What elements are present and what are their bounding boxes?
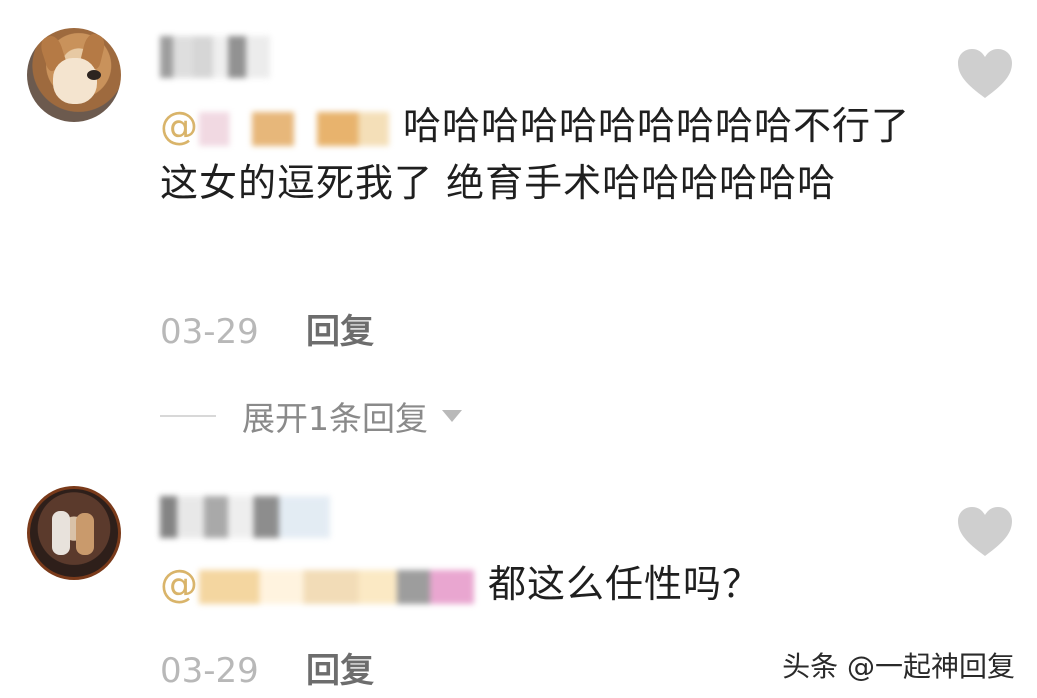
mention-prefix[interactable]: @	[160, 562, 199, 606]
avatar-person	[76, 513, 94, 555]
watermark: 头条 @一起神回复	[782, 650, 1015, 683]
comment-meta: 03-29 回复	[160, 304, 374, 353]
comment-body: 都这么任性吗？	[488, 562, 762, 606]
heart-icon[interactable]	[956, 506, 1014, 558]
avatar-face	[53, 58, 97, 104]
mention-name-blurred[interactable]	[199, 111, 389, 146]
comment-text: @ 哈哈哈哈哈哈哈哈哈哈不行了这女的逗死我了 绝育手术哈哈哈哈哈哈	[160, 98, 920, 212]
mention-name-blurred[interactable]	[199, 569, 474, 604]
avatar-person	[52, 511, 70, 555]
comment-date: 03-29	[160, 312, 259, 352]
heart-icon[interactable]	[956, 48, 1014, 100]
expand-replies-label: 展开1条回复	[242, 399, 428, 438]
chevron-down-icon	[442, 410, 462, 422]
avatar[interactable]	[27, 486, 121, 580]
avatar-nose	[87, 70, 101, 80]
comment-text: @ 都这么任性吗？	[160, 556, 920, 613]
username-blurred[interactable]	[160, 496, 330, 538]
avatar[interactable]	[27, 28, 121, 122]
divider-line	[160, 415, 216, 417]
reply-button[interactable]: 回复	[306, 312, 374, 352]
reply-button[interactable]: 回复	[306, 651, 374, 691]
expand-replies-button[interactable]: 展开1条回复	[160, 392, 462, 440]
comment-meta: 03-29 回复	[160, 643, 374, 692]
mention-prefix[interactable]: @	[160, 104, 199, 148]
username-blurred[interactable]	[160, 36, 270, 78]
comment-date: 03-29	[160, 651, 259, 691]
